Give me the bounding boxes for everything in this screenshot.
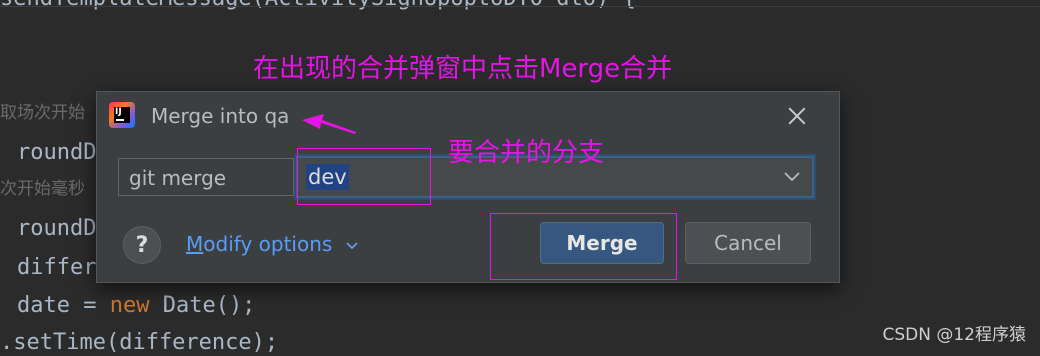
code-token: date = — [17, 293, 110, 318]
chevron-down-icon[interactable] — [782, 166, 802, 186]
code-line-2: roundD — [17, 216, 97, 241]
code-line-4: date = new Date(); — [17, 293, 255, 319]
close-icon[interactable] — [783, 102, 811, 130]
watermark: CSDN @12程序猿 — [882, 325, 1026, 345]
highlight-merge-box — [490, 213, 677, 280]
annotation-branch: 要合并的分支 — [448, 138, 605, 168]
highlight-branch-box — [297, 148, 431, 205]
merge-dialog: IJ Merge into qa git merge dev ? Modify … — [96, 91, 840, 283]
code-line-3: differ — [17, 255, 97, 280]
code-line-5: .setTime(difference); — [0, 330, 279, 355]
code-line-1: roundD — [17, 140, 97, 165]
modify-options-link[interactable]: Modify options — [186, 232, 359, 256]
cancel-button[interactable]: Cancel — [685, 222, 811, 264]
annotation-top: 在出现的合并弹窗中点击Merge合并 — [253, 54, 673, 84]
editor-separator — [0, 6, 1040, 7]
git-command-label: git merge — [118, 158, 294, 196]
code-token: Date(); — [149, 293, 256, 318]
intellij-logo-icon: IJ — [109, 102, 135, 128]
modify-label: odify options — [203, 232, 333, 256]
chevron-down-icon — [346, 241, 358, 249]
code-comment-1: 取场次开始 — [0, 103, 85, 123]
modify-mnemonic: M — [186, 232, 204, 256]
keyword-new: new — [109, 293, 150, 318]
code-comment-2: 次开始毫秒 — [0, 179, 85, 199]
help-button[interactable]: ? — [123, 226, 161, 264]
annotation-arrow-icon — [302, 114, 356, 134]
dialog-title: Merge into qa — [151, 104, 290, 128]
